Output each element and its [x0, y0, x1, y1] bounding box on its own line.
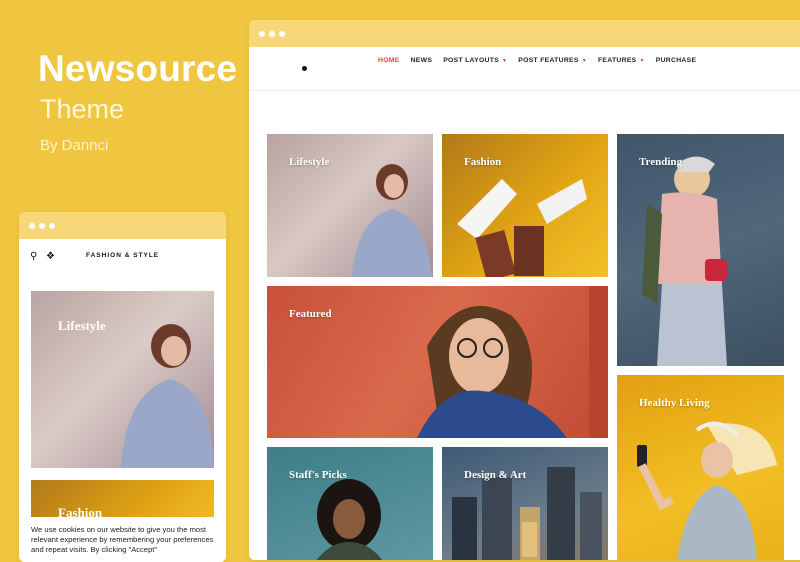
tile-label: Lifestyle [289, 156, 330, 168]
mobile-tile-lifestyle[interactable]: Lifestyle [31, 291, 214, 468]
hero-byline: By Dannci [40, 137, 109, 154]
tile-healthy-living[interactable]: Healthy Living [617, 375, 784, 560]
hero-title: Newsource [38, 48, 238, 89]
tile-label: Trending [639, 156, 682, 168]
nav-item-post-features[interactable]: POST FEATURES ▼ [518, 57, 587, 64]
desktop-preview-window: HOME NEWS POST LAYOUTS ▼ POST FEATURES ▼ F… [249, 20, 800, 560]
nav-label: FEATURES [597, 57, 637, 64]
hero-subtitle: Theme [40, 94, 125, 124]
tile-lifestyle[interactable]: Lifestyle [267, 134, 433, 277]
nav-item-news[interactable]: NEWS [411, 57, 433, 64]
nav-menu: HOME NEWS POST LAYOUTS ▼ POST FEATURES ▼ F… [378, 57, 696, 64]
caret-down-icon: ▼ [639, 57, 645, 64]
nav-label: POST LAYOUTS [443, 57, 500, 64]
desktop-titlebar [249, 20, 800, 47]
tile-label: Featured [289, 308, 332, 320]
window-dot [49, 222, 55, 229]
nav-label: POST FEATURES [518, 57, 579, 64]
trending-photo [642, 156, 727, 366]
search-icon[interactable]: ⚲ [30, 251, 37, 262]
nav-item-purchase[interactable]: PURCHASE [656, 57, 697, 64]
flame-icon[interactable]: ❖ [46, 251, 55, 262]
window-dot [259, 30, 265, 37]
nav-item-home[interactable]: HOME [378, 57, 400, 64]
site-nav: HOME NEWS POST LAYOUTS ▼ POST FEATURES ▼ F… [249, 47, 800, 87]
tile-fashion[interactable]: Fashion [442, 134, 608, 277]
mobile-header: ⚲ ❖ FASHION & STYLE [19, 239, 226, 271]
tile-staffs-picks[interactable]: Staff's Picks [267, 447, 433, 560]
logo-dot[interactable] [302, 66, 307, 71]
window-dot [269, 30, 275, 37]
tile-label: Healthy Living [639, 397, 710, 409]
design-art-photo [452, 467, 602, 560]
staffs-picks-photo [316, 479, 383, 560]
nav-item-post-layouts[interactable]: POST LAYOUTS ▼ [443, 57, 507, 64]
window-dot [39, 222, 45, 229]
window-dot [29, 222, 35, 229]
window-dot [279, 30, 285, 37]
nav-label: PURCHASE [655, 57, 697, 64]
mobile-titlebar [19, 212, 226, 239]
tile-featured[interactable]: Featured [267, 286, 608, 438]
tile-label: Design & Art [464, 469, 527, 481]
caret-down-icon: ▼ [581, 57, 587, 64]
mobile-brand[interactable]: FASHION & STYLE [86, 252, 159, 259]
cookie-banner: We use cookies on our website to give yo… [19, 517, 226, 562]
mobile-tile-label: Lifestyle [58, 318, 106, 333]
tile-design-art[interactable]: Design & Art [442, 447, 608, 560]
tile-trending[interactable]: Trending [617, 134, 784, 366]
nav-label: NEWS [410, 57, 433, 64]
tile-label: Fashion [464, 156, 502, 168]
nav-item-features[interactable]: FEATURES ▼ [598, 57, 645, 64]
nav-label: HOME [378, 57, 400, 64]
mobile-preview-window: ⚲ ❖ FASHION & STYLE Lifestyle Fashion We… [19, 212, 226, 562]
nav-divider [249, 90, 800, 91]
caret-down-icon: ▼ [502, 57, 508, 64]
tile-label: Staff's Picks [289, 469, 347, 481]
